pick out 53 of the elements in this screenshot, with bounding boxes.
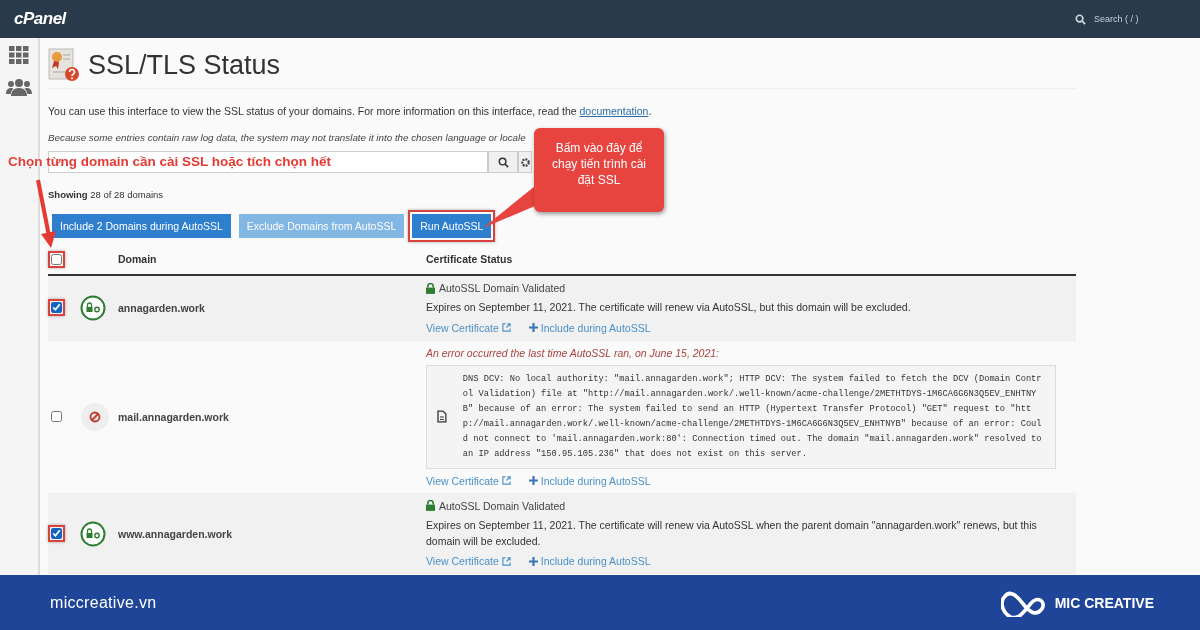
callout: Bấm vào đây để chạy tiến trình cài đặt SSL (534, 128, 664, 212)
status-message: Expires on September 11, 2021. The certificate will renew via AutoSSL, but this domain will be excluded. (426, 300, 912, 315)
include-autossl-link[interactable]: Include during AutoSSL (528, 321, 651, 334)
search-icon (497, 156, 509, 168)
row-checkbox[interactable] (51, 411, 62, 423)
lock-icon (426, 282, 435, 294)
search-field[interactable]: Search ( / ) (1092, 13, 1186, 25)
notice-text: Because some entries contain raw log data, the system may not translate it into the chosen language or locale (48, 132, 526, 143)
cpanel-logo[interactable]: cPanel (14, 9, 66, 29)
error-status-icon (80, 401, 110, 432)
action-button[interactable]: Include 2 Domains during AutoSSL (52, 214, 231, 238)
lock-status-icon (80, 520, 106, 547)
include-autossl-link[interactable]: Include during AutoSSL (528, 555, 651, 568)
plus-icon (528, 556, 538, 566)
search-icon (1075, 13, 1086, 25)
certificate-icon (48, 48, 80, 82)
action-button[interactable]: Run AutoSSL (412, 214, 492, 238)
settings-button[interactable] (518, 151, 532, 173)
error-log: DNS DCV: No local authority: "mail.annagarden.work"; HTTP DCV: The system failed to fetch the DCV (Domain Control Validation) file at "http://mail.annagarden.work/.well-known/acme-challenge/2METHTDYS-1M6CA6G6N3Q5EV_ENHTNYB" because of an error: The system failed to send an HTTP (Hypertext Transfer Protocol) "GET" request to "http://mail.annagarden.work/.well-known/acme-challenge/2METHTDYS-1M6CA6G6N3Q5EV_ENHTNYB" because of an error: Could not connect to 'mail.annagarden.work:80': Connection timed out. The domain "mail.annagarden.work" resolved to an IP address "150.95.105.236" that does not exist on this server. (462, 372, 1043, 461)
plus-icon (528, 323, 538, 333)
error-title: An error occurred the last time AutoSSL ran, on June 15, 2021: (426, 346, 720, 359)
status-title: AutoSSL Domain Validated (439, 499, 566, 512)
lock-status-icon (80, 294, 106, 321)
domain-name: mail.annagarden.work (118, 410, 230, 423)
filter-field[interactable] (48, 151, 488, 173)
users-icon[interactable] (6, 78, 32, 96)
brand-name: MIC CREATIVE (1054, 594, 1154, 611)
domain-name: www.annagarden.work (118, 527, 233, 540)
grid-icon[interactable] (9, 46, 29, 64)
lock-icon (426, 500, 435, 512)
gear-icon (520, 156, 531, 168)
domain-name: annagarden.work (118, 301, 206, 314)
include-autossl-link[interactable]: Include during AutoSSL (528, 474, 651, 487)
page-title: SSL/TLS Status (88, 49, 281, 81)
view-certificate-link[interactable]: View Certificate (426, 555, 511, 568)
callout-pointer (483, 186, 535, 228)
external-link-icon (501, 476, 511, 486)
status-title: AutoSSL Domain Validated (439, 282, 566, 294)
plus-icon (528, 476, 538, 486)
document-icon (437, 410, 447, 424)
external-link-icon (501, 556, 511, 566)
column-header: Certificate Status (426, 253, 514, 265)
external-link-icon (501, 323, 511, 333)
showing-count: Showing 28 of 28 domains (48, 189, 164, 200)
column-header: Domain (118, 253, 158, 265)
status-message: Expires on September 11, 2021. The certificate will renew via AutoSSL when the parent domain "annagarden.work" renews, but this domain will be excluded. (426, 517, 1038, 549)
action-button[interactable]: Exclude Domains from AutoSSL (238, 214, 405, 238)
view-certificate-link[interactable]: View Certificate (426, 474, 511, 487)
website-text: miccreative.vn (50, 593, 157, 612)
view-certificate-link[interactable]: View Certificate (426, 321, 511, 334)
search-button[interactable] (488, 151, 518, 173)
annotation-label: Chọn từng domain cần cài SSL hoặc tích chọn hết (8, 154, 332, 169)
description-text: You can use this interface to view the SSL status of your domains. For more information on this interface, read the documentation. (48, 105, 653, 117)
